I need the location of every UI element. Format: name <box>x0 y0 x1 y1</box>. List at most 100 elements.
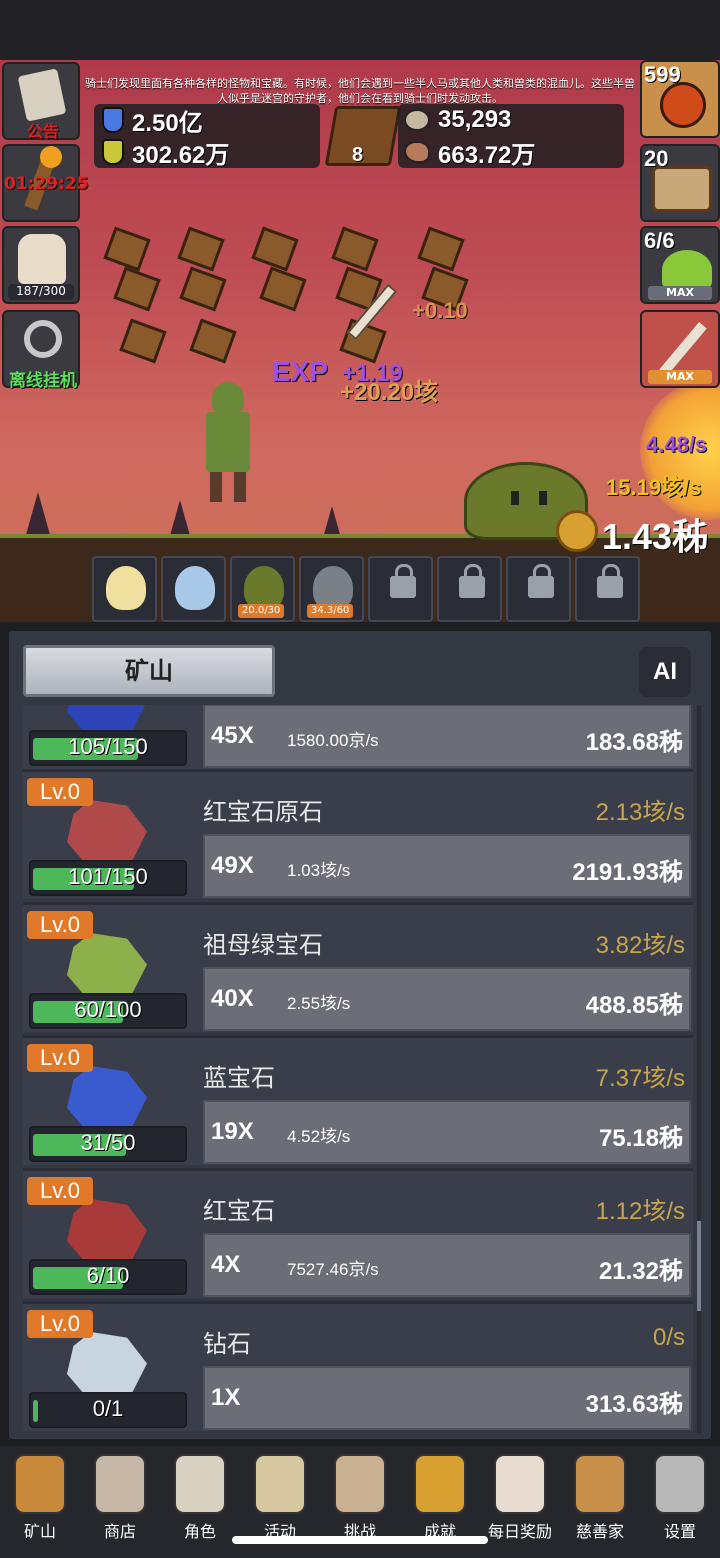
nav-item-gear[interactable]: 设置 <box>640 1446 720 1558</box>
red-potion-icon <box>660 82 706 128</box>
gold-rate: 15.19垓/s <box>606 475 702 500</box>
meat-value: 663.72万 <box>438 141 536 169</box>
stone-icon <box>94 1454 146 1514</box>
nav-item-lantern[interactable]: 矿山 <box>0 1446 80 1558</box>
nav-item-letter[interactable]: 每日奖励 <box>480 1446 560 1558</box>
gem-rate: 2.13垓/s <box>595 799 685 826</box>
gem-rate: 0/s <box>652 1324 685 1351</box>
offline-button[interactable]: 离线挂机 <box>2 310 80 391</box>
nav-label: 商店 <box>103 1522 136 1541</box>
slot-egg[interactable] <box>161 556 226 622</box>
skull-icon <box>174 1454 226 1514</box>
coin-total: 1.43秭 <box>602 516 709 557</box>
gem-name: 红宝石 <box>203 1197 275 1225</box>
mine-row[interactable]: Lv.0 101/150 红宝石原石 2.13垓/s 49X 1.03垓/s 2191.93… <box>23 769 693 899</box>
gem-name: 祖母绿宝石 <box>203 931 323 959</box>
stone-value: 35,293 <box>438 106 512 133</box>
tab-mine[interactable]: 矿山 <box>23 645 275 697</box>
nav-label: 矿山 <box>23 1522 56 1541</box>
upgrade-button[interactable]: 19X 4.52垓/s 75.18秭 <box>203 1100 691 1164</box>
potion-shop-button[interactable]: 599 <box>640 60 720 138</box>
gear-icon <box>654 1454 706 1514</box>
mine-progress-text: 60/100 <box>74 997 142 1022</box>
exp-rate: 4.48/s <box>646 432 708 457</box>
mine-progress-bar: 105/150 <box>29 730 187 766</box>
unit-rate-label: 4.52垓/s <box>287 1127 351 1146</box>
gem-rate: 3.82垓/s <box>595 932 685 959</box>
gold-gain: +20.20垓 <box>340 379 439 406</box>
nav-item-stone[interactable]: 商店 <box>80 1446 160 1558</box>
lantern-button[interactable]: 187/300 <box>2 226 80 304</box>
bread-icon <box>574 1454 626 1514</box>
nav-label: 慈善家 <box>575 1522 624 1541</box>
multiplier-label: 45X <box>211 722 254 749</box>
slime-button[interactable]: 6/6 MAX <box>640 226 720 304</box>
level-badge: Lv.0 <box>27 1044 93 1072</box>
level-badge: Lv.0 <box>27 1310 93 1338</box>
yellow-potion-row: 302.62万 <box>102 138 229 169</box>
slot-progress-tag: 34.3/60 <box>307 604 354 618</box>
mine-list[interactable]: 105/150 45X 1580.00京/s 183.68秭 Lv.0 101/150 红宝… <box>23 705 693 1433</box>
yellow-potion-value: 302.62万 <box>132 141 230 169</box>
slot-ghost-pet[interactable]: 34.3/60 <box>299 556 364 622</box>
scroll-icon <box>17 68 67 122</box>
slot-locked[interactable] <box>368 556 433 622</box>
torch-button[interactable]: 01:29:25 <box>2 144 89 222</box>
upgrade-button[interactable]: 40X 2.55垓/s 488.85秭 <box>203 967 691 1031</box>
scrollbar-thumb[interactable] <box>697 1221 701 1311</box>
yellow-potion-icon <box>102 139 124 165</box>
multiplier-label: 40X <box>211 985 254 1012</box>
level-badge: Lv.0 <box>27 911 93 939</box>
torch-timer: 01:29:25 <box>4 174 89 194</box>
unit-rate-label: 1580.00京/s <box>287 731 379 750</box>
notice-button[interactable]: 公告 <box>2 62 80 141</box>
story-text: 骑士们发现里面有各种各样的怪物和宝藏。有时候，他们会遇到一些半人马或其他人类和兽… <box>85 77 635 105</box>
mine-row[interactable]: Lv.0 6/10 红宝石 1.12垓/s 4X 7527.46京/s 21.32秭 <box>23 1168 693 1298</box>
lock-icon <box>528 564 554 598</box>
scrollbar-track[interactable] <box>697 705 701 1433</box>
upgrade-button[interactable]: 49X 1.03垓/s 2191.93秭 <box>203 834 691 898</box>
meat-row: 663.72万 <box>404 138 535 169</box>
slot-locked[interactable] <box>506 556 571 622</box>
mine-row[interactable]: 105/150 45X 1580.00京/s 183.68秭 <box>23 705 693 769</box>
offline-label: 离线挂机 <box>9 371 77 391</box>
mine-row[interactable]: Lv.0 0/1 钻石 0/s 1X 313.63秭 <box>23 1301 693 1431</box>
item-slots: 20.0/30 34.3/60 <box>92 556 642 622</box>
upgrade-button[interactable]: 45X 1580.00京/s 183.68秭 <box>203 705 691 768</box>
multiplier-label: 1X <box>211 1384 241 1411</box>
mine-row[interactable]: Lv.0 31/50 蓝宝石 7.37垓/s 19X 4.52垓/s 75.18秭 <box>23 1035 693 1165</box>
multiplier-label: 19X <box>211 1118 254 1145</box>
chest-count: 20 <box>644 146 669 171</box>
game-scene[interactable]: 骑士们发现里面有各种各样的怪物和宝藏。有时候，他们会遇到一些半人马或其他人类和兽… <box>0 60 720 622</box>
mine-row[interactable]: Lv.0 60/100 祖母绿宝石 3.82垓/s 40X 2.55垓/s 488.85秭 <box>23 902 693 1032</box>
key-icon <box>24 320 62 358</box>
gem-name: 钻石 <box>203 1330 251 1358</box>
lantern-icon <box>18 234 66 284</box>
blue-potion-icon <box>102 107 124 133</box>
slot-locked[interactable] <box>437 556 502 622</box>
slot-slime-pet[interactable]: 20.0/30 <box>230 556 295 622</box>
chest-button[interactable]: 20 <box>640 144 720 222</box>
nav-item-bread[interactable]: 慈善家 <box>560 1446 640 1558</box>
slot-locked[interactable] <box>575 556 640 622</box>
stone-row: 35,293 <box>404 106 511 134</box>
nav-item-skull[interactable]: 角色 <box>160 1446 240 1558</box>
home-indicator[interactable] <box>232 1536 488 1544</box>
ai-button[interactable]: AI <box>639 647 691 697</box>
upgrade-cost-label: 2191.93秭 <box>572 859 683 886</box>
upgrade-cost-label: 21.32秭 <box>598 1258 683 1285</box>
slot-progress-tag: 20.0/30 <box>238 604 285 618</box>
upgrade-button[interactable]: 4X 7527.46京/s 21.32秭 <box>203 1233 691 1297</box>
mine-progress-text: 0/1 <box>92 1396 124 1421</box>
upgrade-cost-label: 313.63秭 <box>585 1391 683 1418</box>
float-plus-a: +0.10 <box>412 298 468 323</box>
mine-progress-bar: 101/150 <box>29 860 187 896</box>
sword-button[interactable]: MAX <box>640 310 720 388</box>
upgrade-cost-label: 183.68秭 <box>585 729 683 756</box>
slot-candle[interactable] <box>92 556 157 622</box>
blue-potion-value: 2.50亿 <box>132 109 203 137</box>
mine-progress-bar: 0/1 <box>29 1392 187 1428</box>
slime-count: 6/6 <box>644 228 675 253</box>
upgrade-button[interactable]: 1X 313.63秭 <box>203 1366 691 1430</box>
scroll-icon <box>254 1454 306 1514</box>
